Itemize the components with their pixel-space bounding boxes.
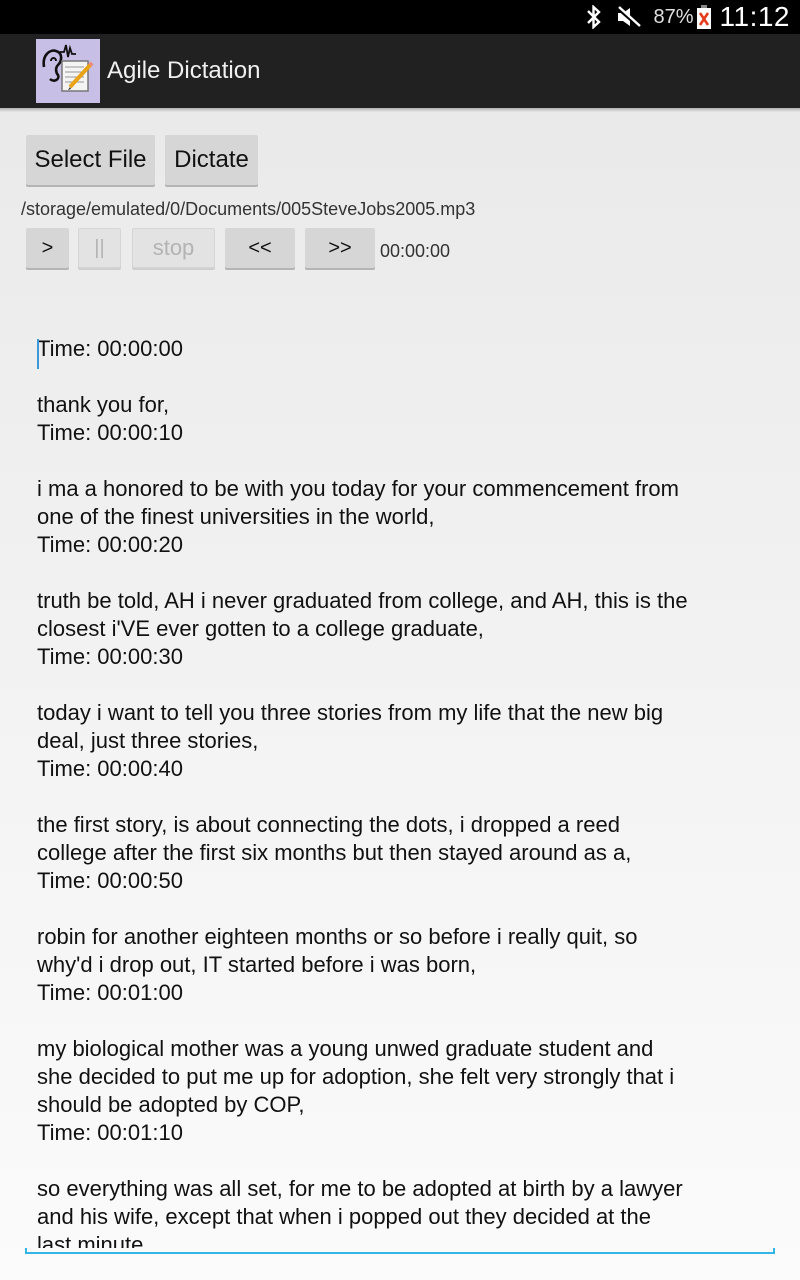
fast-forward-button[interactable]: >>	[305, 228, 375, 268]
transcript-line: closest i'VE ever gotten to a college gr…	[37, 616, 484, 641]
transcript-line: the first story, is about connecting the…	[37, 812, 620, 837]
transcript-line: why'd i drop out, IT started before i wa…	[37, 952, 477, 977]
transcript-line: robin for another eighteen months or so …	[37, 924, 638, 949]
timestamp-line: Time: 00:01:00	[37, 980, 183, 1005]
transcript-line: today i want to tell you three stories f…	[37, 700, 664, 725]
action-bar-shadow	[0, 108, 800, 112]
timestamp-line: Time: 00:00:40	[37, 756, 183, 781]
pause-button[interactable]: ||	[78, 228, 121, 268]
transcript-line: college after the first six months but t…	[37, 840, 632, 865]
file-path: /storage/emulated/0/Documents/005SteveJo…	[21, 199, 476, 219]
transcript-textarea[interactable]: Time: 00:00:00 thank you for, Time: 00:00:…	[26, 335, 774, 1248]
transcript-line: last minute	[37, 1232, 144, 1248]
text-cursor	[37, 339, 39, 369]
battery-icon	[696, 4, 712, 30]
timestamp-line: Time: 00:00:10	[37, 420, 183, 445]
timestamp-line: Time: 00:01:10	[37, 1120, 183, 1145]
transcript-line: she decided to put me up for adoption, s…	[37, 1064, 675, 1089]
timestamp-line: Time: 00:00:50	[37, 868, 183, 893]
battery-percent: 87%	[653, 5, 694, 28]
select-file-button[interactable]: Select File	[26, 135, 155, 185]
stop-button[interactable]: stop	[132, 228, 215, 268]
timestamp-line: Time: 00:00:30	[37, 644, 183, 669]
app-title: Agile Dictation	[107, 57, 261, 84]
transcript-line: thank you for,	[37, 392, 170, 417]
transcript-line: and his wife, except that when i popped …	[37, 1204, 651, 1229]
action-bar: Agile Dictation	[0, 34, 800, 108]
transcript-line: so everything was all set, for me to be …	[37, 1176, 683, 1201]
rewind-button[interactable]: <<	[225, 228, 295, 268]
timestamp-line: Time: 00:00:20	[37, 532, 183, 557]
play-button[interactable]: >	[26, 228, 69, 268]
mute-icon	[615, 4, 643, 30]
transcript-line: should be adopted by COP,	[37, 1092, 305, 1117]
ear-notepad-icon[interactable]	[36, 39, 100, 103]
bluetooth-icon	[583, 4, 605, 30]
transcript-line: deal, just three stories,	[37, 728, 259, 753]
transcript-line: i ma a honored to be with you today for …	[37, 476, 679, 501]
transcript-line: my biological mother was a young unwed g…	[37, 1036, 654, 1061]
time-readout: 00:00:00	[380, 241, 451, 261]
dictate-button[interactable]: Dictate	[165, 135, 258, 185]
transcript-line: truth be told, AH i never graduated from…	[37, 588, 688, 613]
clock: 11:12	[719, 1, 790, 32]
timestamp-line: Time: 00:00:00	[37, 336, 183, 361]
textarea-underline	[25, 1248, 775, 1254]
status-bar: 87% 11:12	[0, 0, 800, 34]
transcript-line: one of the finest universities in the wo…	[37, 504, 435, 529]
